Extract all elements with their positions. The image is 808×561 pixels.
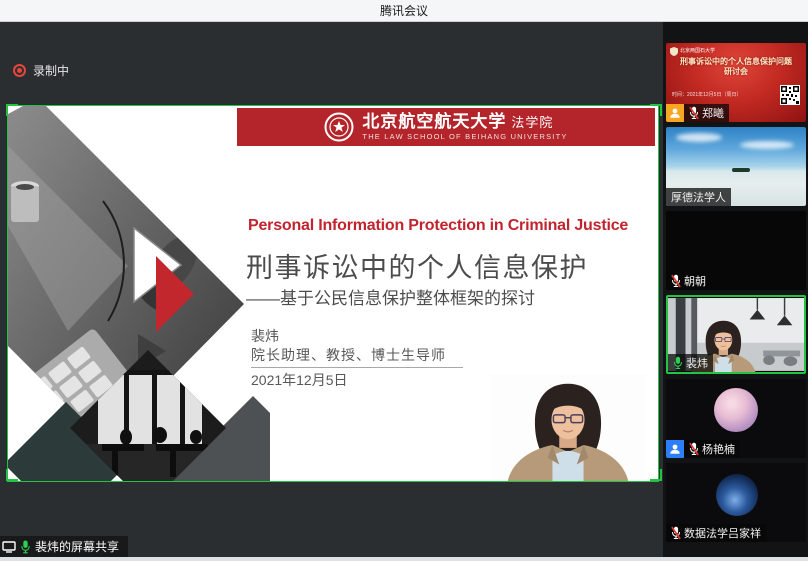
beihang-logo-icon [324,112,354,142]
poster-subtitle: 研讨会 [666,67,806,77]
participant-tile[interactable]: 朝朝 [666,211,806,290]
poster-title: 刑事诉讼中的个人信息保护问题 [666,57,806,67]
divider-line [251,367,463,368]
poster-meta: 时间：2021年12月5日（周日） [672,91,741,98]
presenter-webcam-overlay[interactable] [490,374,646,481]
screen-share-icon [2,541,16,553]
window-title-bar[interactable]: 腾讯会议 [0,0,808,22]
avatar [716,474,758,516]
mic-muted-icon [671,526,681,540]
slide-title-chinese: 刑事诉讼中的个人信息保护 [246,246,588,285]
school-name-en: THE LAW SCHOOL OF BEIHANG UNIVERSITY [362,132,567,142]
presenter-video [490,374,646,481]
qr-code [780,85,800,105]
shared-screen-slide[interactable]: 北京航空航天大学法学院 THE LAW SCHOOL OF BEIHANG UN… [8,106,658,481]
person-badge-icon [666,440,684,458]
participant-tile-active-speaker[interactable]: 裴炜 [666,295,806,374]
mic-on-icon [20,540,31,554]
avatar [714,388,758,432]
presenter-name: 裴炜 [251,326,279,346]
mic-muted-icon [689,442,699,456]
taskbar-edge [0,557,808,561]
participant-tile[interactable]: 北京两国石大学 刑事诉讼中的个人信息保护问题 研讨会 时间：2021年12月5日… [666,43,806,122]
slide-subtitle: ——基于公民信息保护整体框架的探讨 [246,284,535,309]
share-border-corner [650,469,662,481]
meeting-window: 腾讯会议 录制中 [0,0,808,561]
share-banner-label: 裴炜的屏幕共享 [35,538,119,555]
slide-title-english: Personal Information Protection in Crimi… [248,217,628,235]
share-border-corner [650,104,662,116]
slide-date: 2021年12月5日 [251,370,348,390]
presenter-title: 院长助理、教授、博士生导师 [251,345,446,365]
mic-on-icon [673,356,683,370]
participant-name: 数据法学吕家祥 [684,525,761,541]
participants-sidebar[interactable]: 北京两国石大学 刑事诉讼中的个人信息保护问题 研讨会 时间：2021年12月5日… [663,22,808,557]
poster-logo-icon: 北京两国石大学 [670,47,715,56]
school-name: 法学院 [511,115,553,130]
mic-muted-icon [671,274,681,288]
participant-tile[interactable]: 厚德法学人 [666,127,806,206]
slide-decoration-graphics [8,106,270,481]
app-title: 腾讯会议 [380,2,428,19]
participant-name: 裴炜 [686,355,708,371]
recording-indicator[interactable]: 录制中 [13,62,69,79]
recording-label: 录制中 [33,62,69,79]
participant-name: 杨艳楠 [702,441,735,457]
participant-tile[interactable]: 数据法学吕家祥 [666,463,806,542]
record-dot-icon [13,64,26,77]
share-border-corner [6,469,18,481]
mic-muted-icon [689,106,699,120]
person-badge-icon [666,104,684,122]
participant-name: 朝朝 [684,273,706,289]
participant-name: 郑曦 [702,105,724,121]
participant-tile[interactable]: 杨艳楠 [666,379,806,458]
university-name: 北京航空航天大学 [362,112,506,131]
share-border-corner [6,104,18,116]
participant-name: 厚德法学人 [671,189,726,205]
slide-header-band: 北京航空航天大学法学院 THE LAW SCHOOL OF BEIHANG UN… [237,108,655,146]
screen-share-banner[interactable]: 裴炜的屏幕共享 [0,536,128,557]
